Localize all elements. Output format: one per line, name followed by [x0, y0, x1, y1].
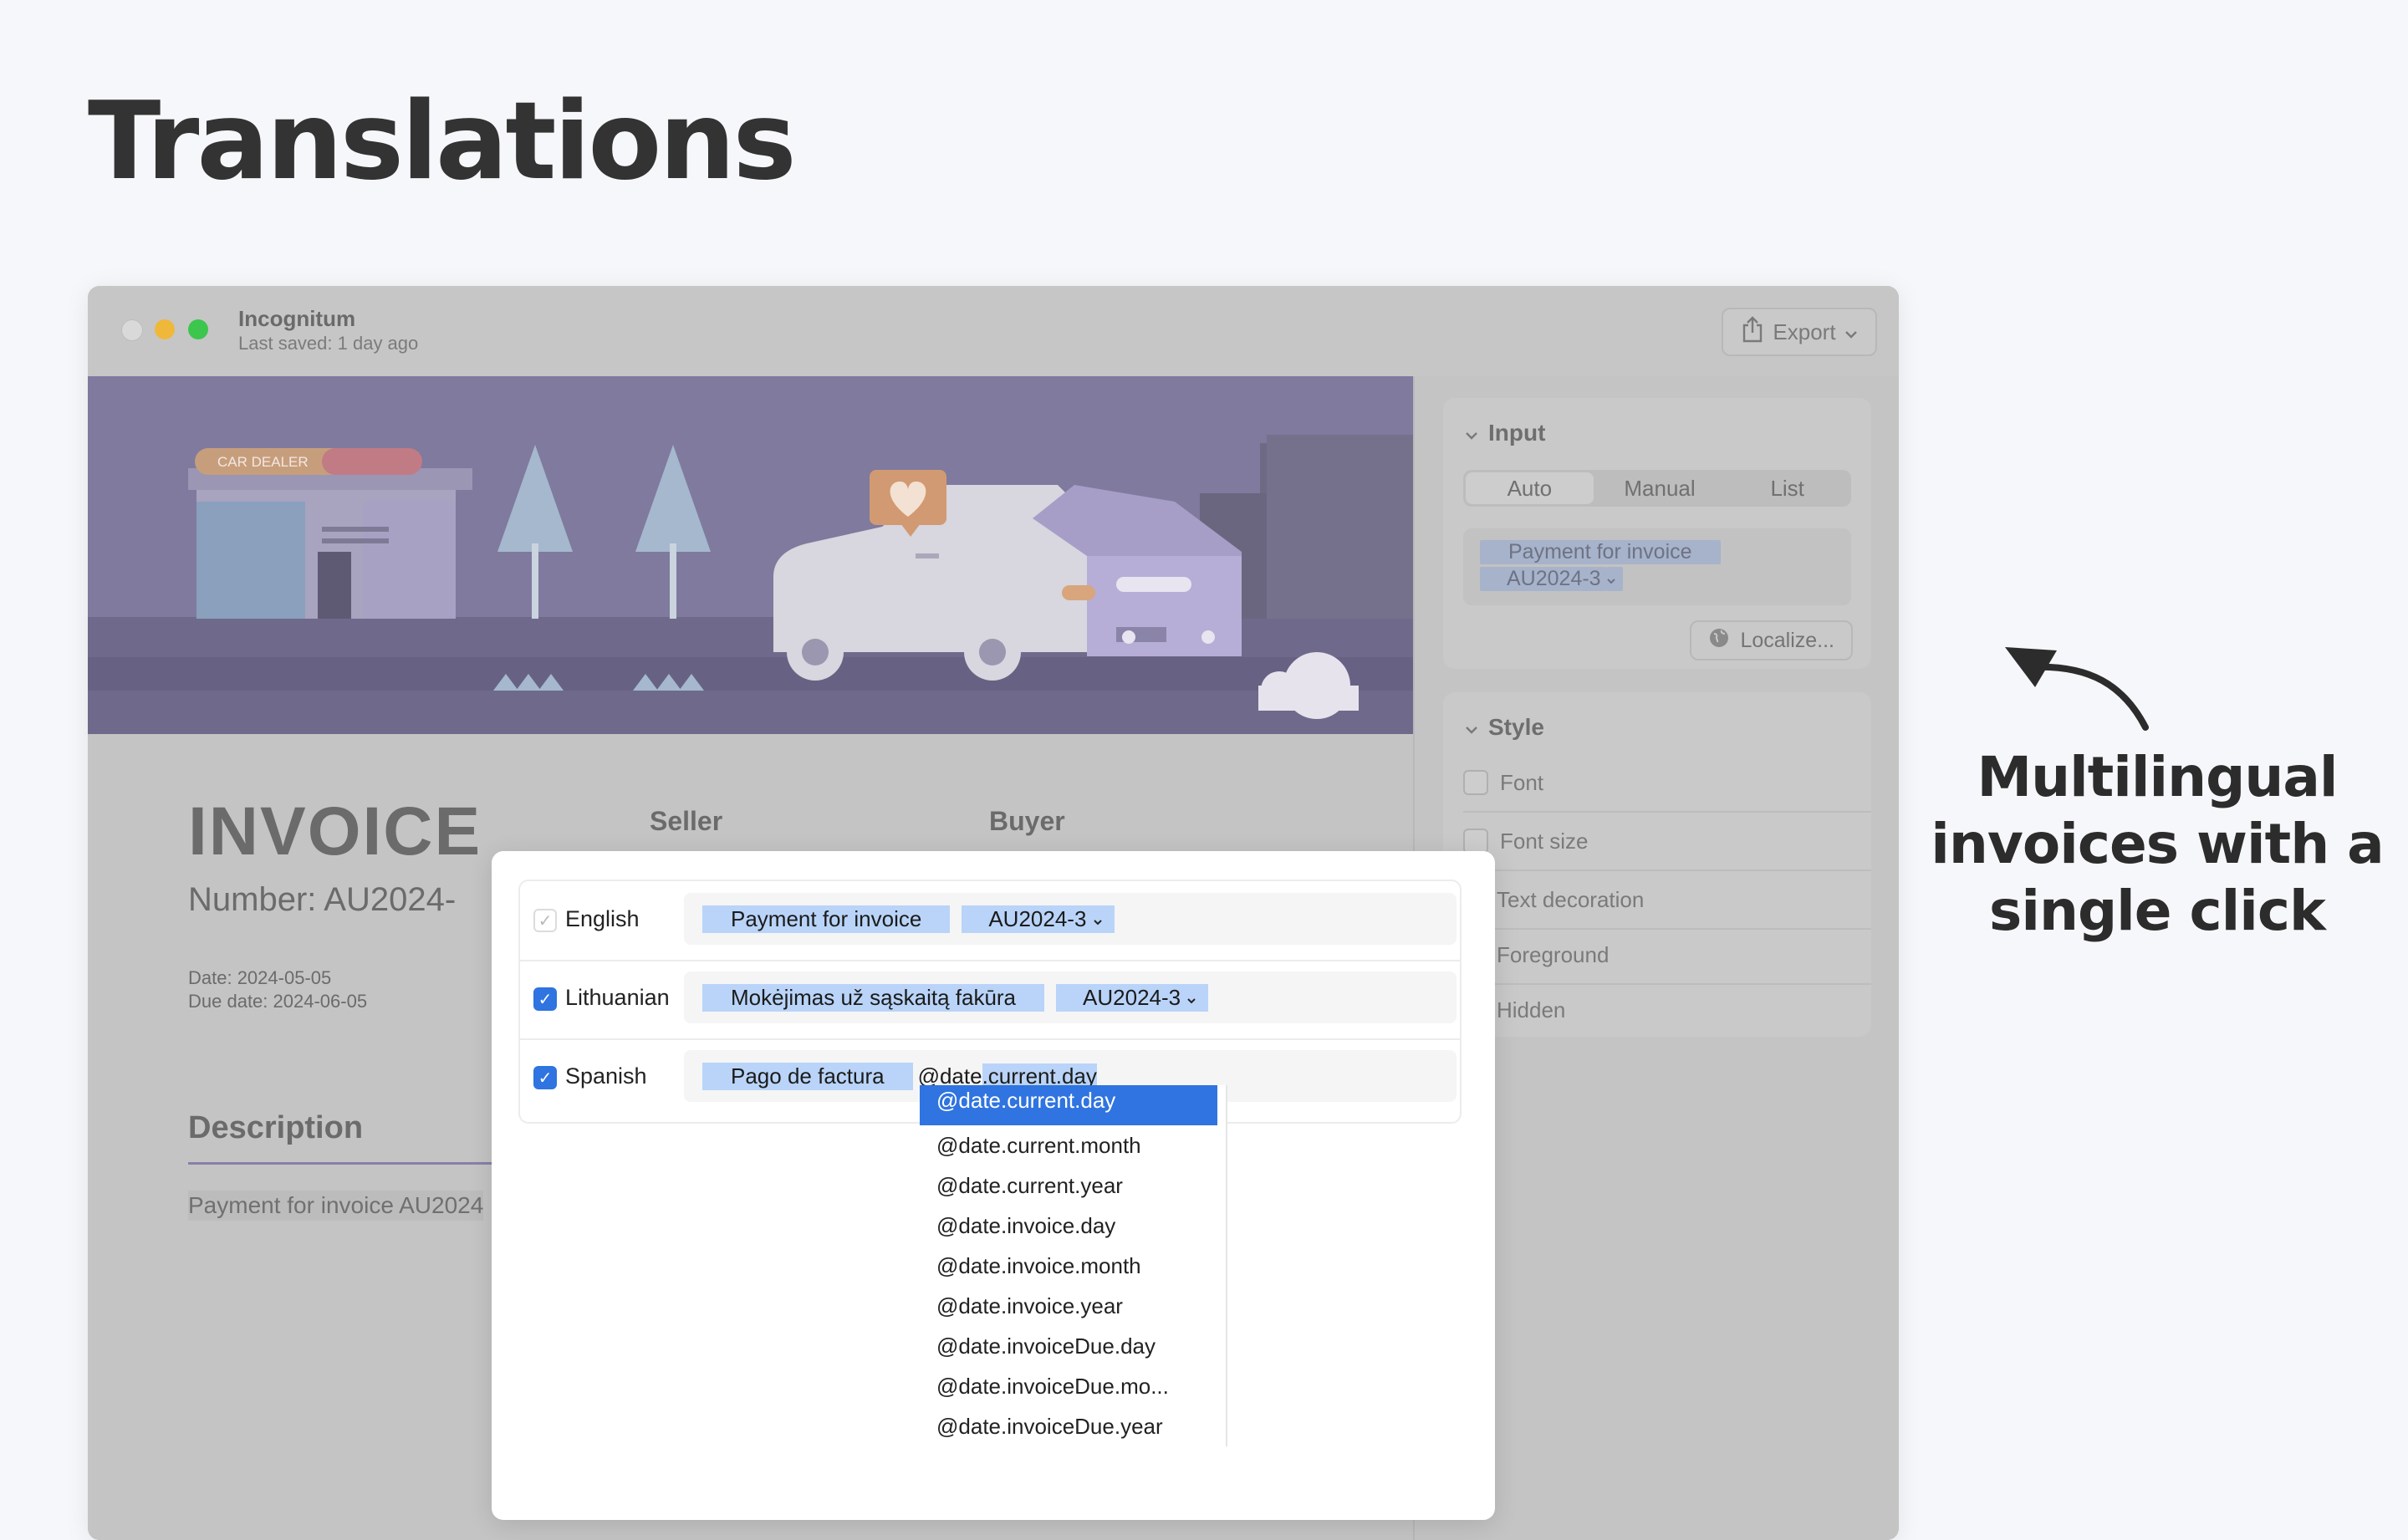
tagline: Multilingual invoices with a single clic…	[1931, 745, 2384, 943]
language-row-english: ✓ English Payment for invoice AU2024-3	[520, 881, 1460, 961]
close-window-button[interactable]	[121, 319, 143, 341]
page-title: Translations	[88, 79, 797, 204]
segment-manual[interactable]: Manual	[1596, 470, 1724, 507]
language-row-lithuanian: ✓ Lithuanian Mokėjimas už sąskaitą fakūr…	[520, 960, 1460, 1040]
invoice-dates: Date: 2024-05-05 Due date: 2024-06-05	[188, 966, 367, 1013]
input-panel: Input Auto Manual List Payment for invoi…	[1443, 398, 1871, 669]
last-saved-status: Last saved: 1 day ago	[238, 333, 419, 354]
spanish-checkbox[interactable]: ✓	[533, 1066, 557, 1089]
localize-label: Localize...	[1740, 628, 1834, 652]
input-variable-token[interactable]: AU2024-3	[1480, 567, 1606, 591]
autocomplete-item[interactable]: @date.current.month	[920, 1125, 1217, 1165]
autocomplete-item[interactable]: @date.invoiceDue.mo...	[920, 1366, 1217, 1406]
chevron-down-icon	[1093, 906, 1103, 931]
autocomplete-item[interactable]: @date.invoiceDue.day	[920, 1326, 1217, 1366]
style-option-label: Text decoration	[1497, 886, 1645, 912]
invoice-due-date: Due date: 2024-06-05	[188, 991, 368, 1012]
lithuanian-checkbox[interactable]: ✓	[533, 987, 557, 1011]
maximize-window-button[interactable]	[188, 319, 208, 339]
style-heading: Style	[1488, 714, 1544, 740]
description-text[interactable]: Payment for invoice AU2024	[188, 1191, 484, 1221]
segment-auto[interactable]: Auto	[1466, 472, 1594, 504]
style-option-label: Font size	[1500, 828, 1589, 854]
autocomplete-item[interactable]: @date.current.year	[920, 1165, 1217, 1206]
variable-token-label: AU2024-3	[988, 905, 1087, 931]
font-checkbox[interactable]	[1463, 770, 1488, 795]
autocomplete-item[interactable]: @date.invoice.month	[920, 1246, 1217, 1286]
autocomplete-item[interactable]: @date.invoice.day	[920, 1206, 1217, 1246]
style-option-label: Font	[1500, 769, 1544, 795]
variable-token-label: AU2024-3	[1083, 984, 1181, 1010]
chevron-down-icon	[1465, 420, 1478, 446]
font-size-checkbox[interactable]	[1463, 829, 1488, 854]
english-checkbox[interactable]: ✓	[533, 909, 557, 932]
style-option-foreground[interactable]: Foreground	[1463, 926, 1871, 985]
autocomplete-item[interactable]: @date.invoiceDue.year	[920, 1406, 1217, 1446]
english-translation-field[interactable]: Payment for invoice AU2024-3	[684, 893, 1457, 945]
curved-arrow-icon	[2005, 647, 2149, 731]
seller-heading: Seller	[650, 806, 723, 836]
invoice-date: Date: 2024-05-05	[188, 967, 332, 988]
language-label: English	[565, 906, 640, 931]
car-dealer-sign-text: CAR DEALER	[217, 454, 309, 470]
typed-prefix: @date	[917, 1063, 982, 1089]
variable-token[interactable]: AU2024-3	[962, 905, 1115, 933]
translation-text-token: Mokėjimas už sąskaitą fakūra	[702, 983, 1045, 1012]
style-option-label: Foreground	[1497, 941, 1610, 967]
description-divider	[188, 1162, 539, 1165]
language-label: Spanish	[565, 1063, 647, 1089]
invoice-number: Number: AU2024-	[188, 881, 457, 918]
segment-list[interactable]: List	[1723, 470, 1851, 507]
variable-token[interactable]: AU2024-3	[1056, 983, 1209, 1012]
style-option-hidden[interactable]: Hidden	[1463, 982, 1871, 1038]
style-panel: Style Font Font size Text decoration For…	[1443, 692, 1871, 1037]
style-option-font[interactable]: Font	[1463, 754, 1871, 813]
autocomplete-item[interactable]: @date.invoice.year	[920, 1286, 1217, 1326]
export-button[interactable]: Export	[1722, 308, 1877, 356]
localize-button[interactable]: Localize...	[1690, 620, 1853, 660]
invoice-title: INVOICE	[188, 793, 482, 869]
style-option-font-size[interactable]: Font size	[1463, 813, 1871, 871]
input-heading: Input	[1488, 420, 1546, 446]
chevron-down-icon	[1605, 567, 1623, 591]
autocomplete-dropdown: @date.current.day @date.current.month @d…	[920, 1085, 1227, 1446]
chevron-down-icon	[1844, 319, 1858, 345]
export-label: Export	[1773, 319, 1836, 344]
chevron-down-icon	[1465, 714, 1478, 741]
input-text-token: Payment for invoice	[1480, 540, 1721, 564]
language-label: Lithuanian	[565, 985, 670, 1010]
style-option-text-decoration[interactable]: Text decoration	[1463, 871, 1871, 930]
chevron-down-icon	[1186, 985, 1196, 1010]
invoice-banner-illustration: CAR DEALER	[88, 376, 1413, 734]
input-section-header[interactable]: Input	[1465, 420, 1545, 446]
input-mode-segmented-control: Auto Manual List	[1463, 470, 1851, 507]
minimize-window-button[interactable]	[155, 319, 175, 339]
document-name: Incognitum	[238, 306, 356, 331]
style-section-header[interactable]: Style	[1465, 714, 1544, 741]
translation-text-token: Payment for invoice	[702, 905, 951, 933]
share-icon	[1741, 315, 1764, 349]
translation-text-token: Pago de factura	[702, 1062, 913, 1090]
typed-completion-highlight: .current.day	[982, 1063, 1097, 1089]
input-text-field[interactable]: Payment for invoice AU2024-3	[1463, 528, 1851, 605]
style-option-label: Hidden	[1497, 997, 1566, 1022]
description-heading: Description	[188, 1110, 364, 1145]
lithuanian-translation-field[interactable]: Mokėjimas už sąskaitą fakūra AU2024-3	[684, 971, 1457, 1023]
titlebar: Incognitum Last saved: 1 day ago Export	[88, 286, 1899, 378]
autocomplete-item[interactable]: @date.current.day	[920, 1085, 1217, 1125]
globe-icon	[1708, 627, 1730, 655]
buyer-heading: Buyer	[989, 806, 1065, 836]
